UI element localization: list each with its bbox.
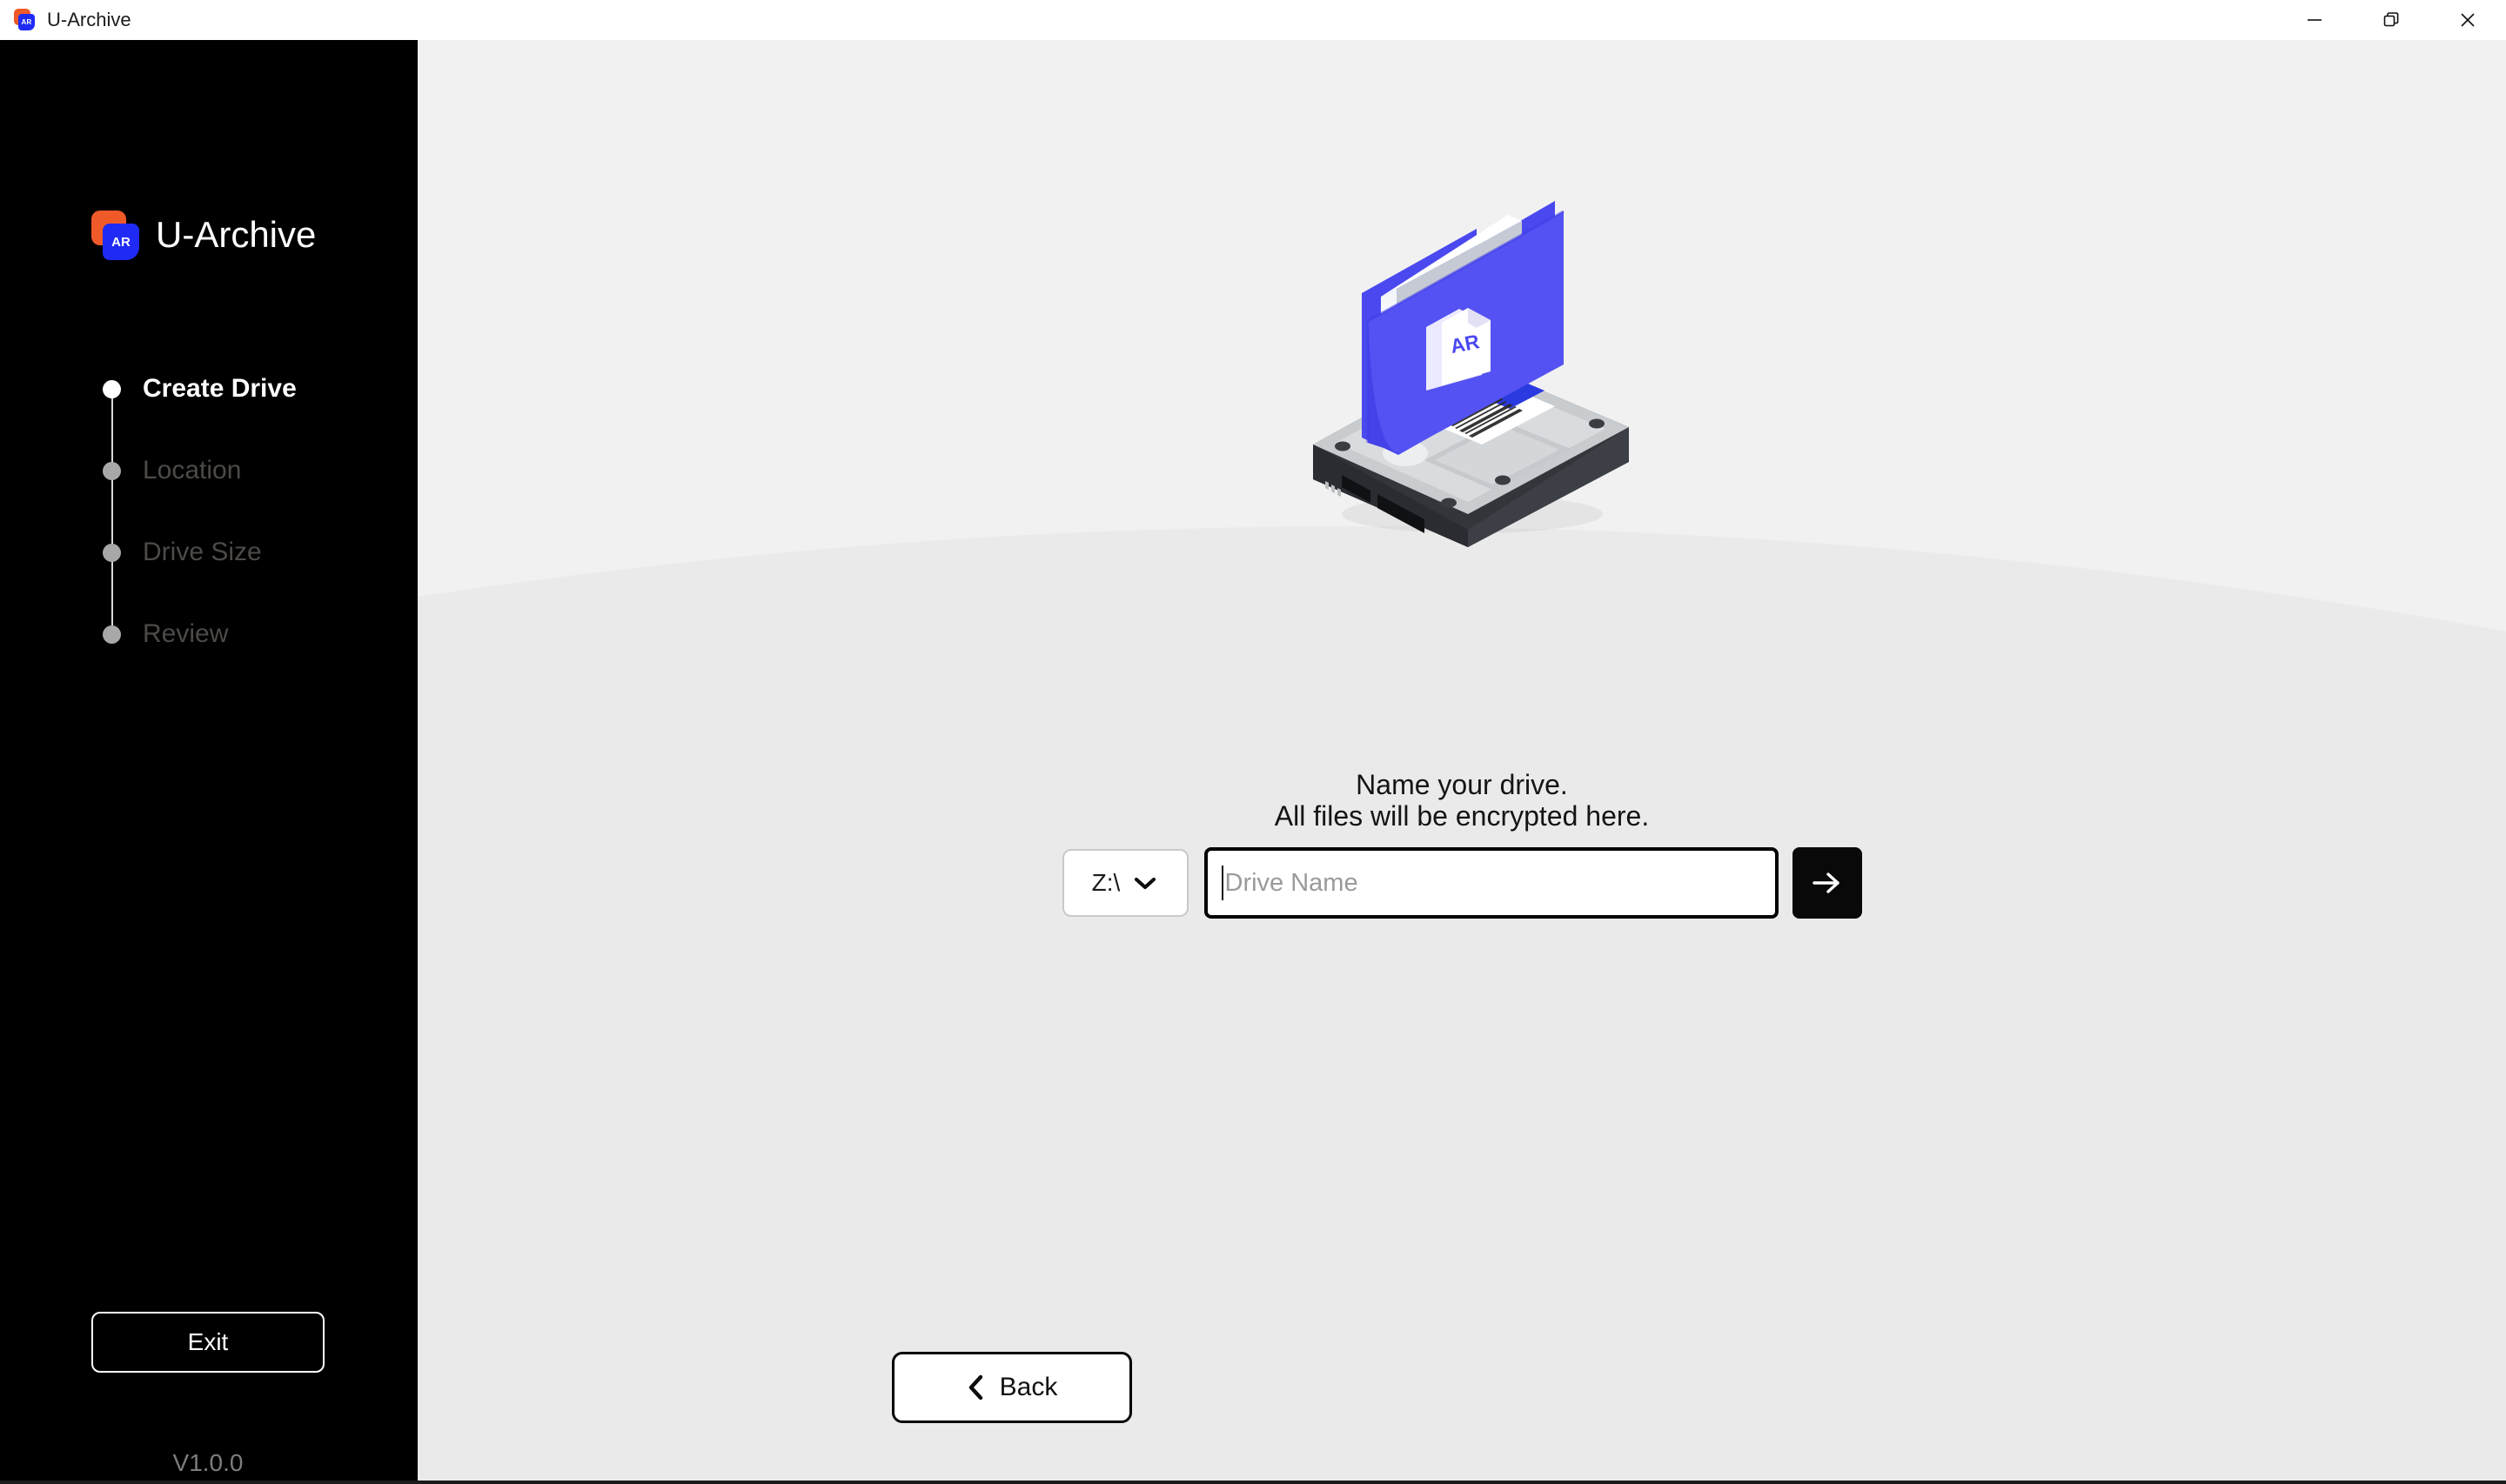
sidebar-brand: AR U-Archive (91, 211, 317, 260)
step-dot (103, 462, 121, 480)
brand-blue-square: AR (103, 224, 139, 260)
logo-mark-text: AR (21, 17, 32, 26)
back-button[interactable]: Back (892, 1352, 1132, 1423)
step-progress-list: Create Drive Location Drive Size Review (103, 375, 297, 655)
brand-wordmark: U-Archive (156, 214, 317, 255)
app-window: AR U-Archive AR U-Archive Create Drive L… (0, 0, 2506, 1484)
hard-drive-folder-illustration: AR (1294, 166, 1642, 566)
text-caret (1221, 866, 1223, 900)
logo-blue-square: AR (18, 14, 35, 30)
window-title: U-Archive (47, 9, 131, 30)
arrow-right-icon (1812, 872, 1839, 893)
exit-button[interactable]: Exit (91, 1312, 325, 1373)
chevron-down-icon (1135, 877, 1156, 890)
title-bar: AR U-Archive (0, 0, 2506, 40)
restore-icon (2383, 12, 2399, 27)
drive-name-input[interactable]: Drive Name (1203, 847, 1779, 919)
close-button[interactable] (2429, 0, 2506, 40)
close-icon (2461, 13, 2475, 27)
step-dot (103, 625, 121, 644)
app-logo-icon: AR (12, 8, 37, 32)
brand-mark-text: AR (111, 234, 131, 250)
brand-logo-icon: AR (91, 211, 140, 260)
prompt-line-1: Name your drive. (1356, 769, 1568, 800)
sidebar: AR U-Archive Create Drive Location Drive… (0, 40, 418, 1481)
title-bar-left: AR U-Archive (0, 8, 131, 32)
illustration-svg: AR (1313, 201, 1629, 547)
step-label: Location (143, 456, 242, 485)
next-button[interactable] (1792, 847, 1862, 919)
drive-letter-select[interactable]: Z:\ (1062, 849, 1189, 917)
prompt-text: Name your drive. All files will be encry… (418, 769, 2506, 832)
sidebar-step-create-drive[interactable]: Create Drive (103, 374, 297, 471)
minimize-button[interactable] (2276, 0, 2353, 40)
step-label: Drive Size (143, 538, 262, 566)
step-label: Review (143, 619, 229, 648)
restore-button[interactable] (2353, 0, 2429, 40)
back-button-label: Back (999, 1373, 1058, 1401)
step-label: Create Drive (143, 374, 297, 403)
step-dot (103, 544, 121, 562)
sidebar-step-location[interactable]: Location (103, 456, 297, 552)
minimize-icon (2308, 19, 2322, 21)
version-label: V1.0.0 (172, 1449, 244, 1476)
sidebar-step-review[interactable]: Review (103, 620, 297, 655)
main-content: AR Name your drive. All files will be en… (418, 40, 2506, 1481)
drive-letter-value: Z:\ (1091, 869, 1121, 896)
step-dot (103, 380, 121, 398)
prompt-line-2: All files will be encrypted here. (1274, 800, 1650, 832)
sidebar-step-drive-size[interactable]: Drive Size (103, 538, 297, 634)
drive-name-row: Z:\ Drive Name (418, 847, 2506, 919)
drive-name-placeholder: Drive Name (1224, 868, 1358, 897)
chevron-left-icon (968, 1374, 982, 1400)
window-controls (2276, 0, 2506, 40)
